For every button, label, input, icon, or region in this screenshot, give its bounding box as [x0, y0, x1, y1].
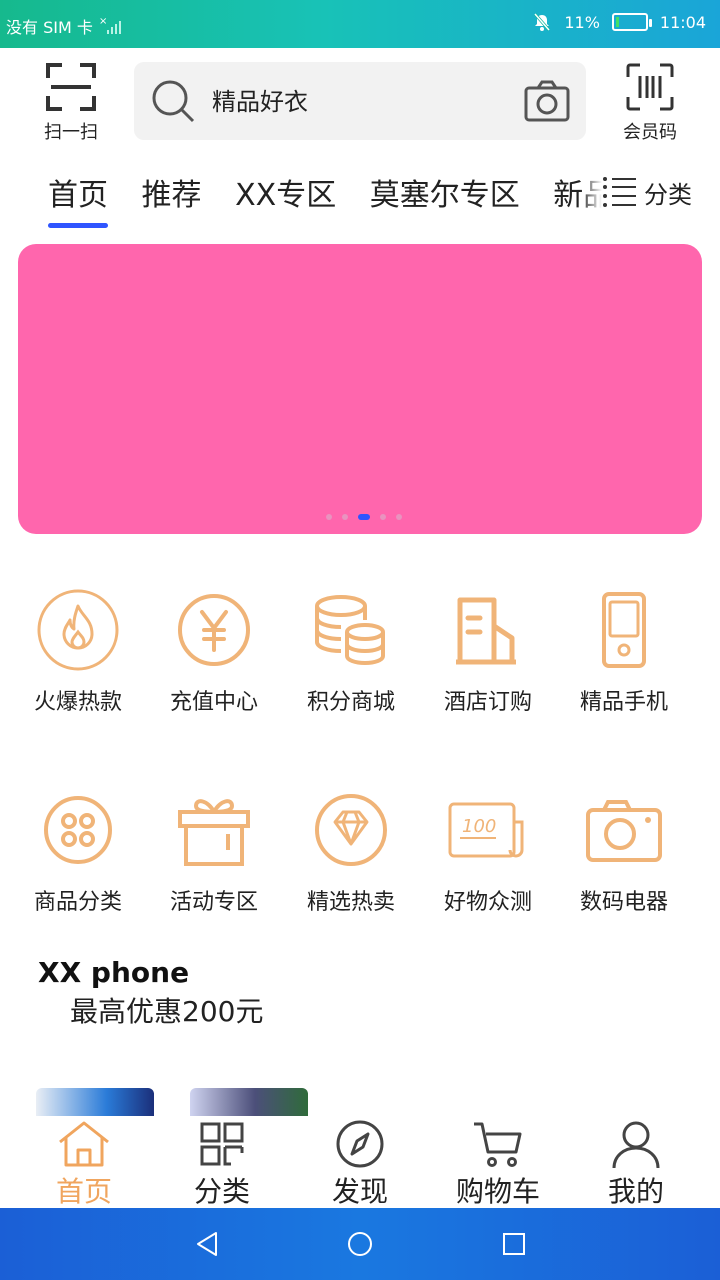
- grid-item-events[interactable]: 活动专区: [144, 788, 284, 916]
- search-input[interactable]: 精品好衣: [212, 82, 308, 117]
- user-icon: [612, 1121, 660, 1168]
- product-thumbnail[interactable]: [36, 1088, 154, 1116]
- system-navigation-bar: [0, 1208, 720, 1280]
- nav-label: 发现: [331, 1175, 388, 1208]
- banner-dot-active: [358, 514, 370, 520]
- tab-home[interactable]: 首页: [48, 170, 108, 228]
- grid-item-hotel[interactable]: 酒店订购: [418, 588, 558, 716]
- barcode-icon: [626, 63, 674, 111]
- nav-discover[interactable]: 发现: [310, 1120, 410, 1210]
- nav-category[interactable]: 分类: [172, 1120, 272, 1210]
- member-code-button[interactable]: 会员码: [612, 62, 688, 144]
- search-icon: [152, 80, 195, 123]
- grid-label: 积分商城: [306, 690, 395, 715]
- compass-icon: [336, 1120, 384, 1168]
- home-icon: [59, 1121, 109, 1167]
- cart-icon: [474, 1122, 522, 1167]
- grid-item-best-sellers[interactable]: 精选热卖: [281, 788, 421, 916]
- scan-icon: [46, 63, 96, 111]
- grid-label: 商品分类: [33, 890, 122, 915]
- banner-dot: [396, 514, 402, 520]
- product-thumbnail[interactable]: [190, 1088, 308, 1116]
- back-icon[interactable]: [194, 1230, 220, 1258]
- svg-text:×: ×: [99, 16, 107, 27]
- grid-label: 好物众测: [443, 890, 532, 915]
- banner-dot: [342, 514, 348, 520]
- grid-item-product-testing[interactable]: 100 好物众测: [418, 788, 558, 916]
- home-circle-icon[interactable]: [346, 1230, 374, 1258]
- grid-item-hot[interactable]: 火爆热款: [8, 588, 148, 716]
- grid-label: 活动专区: [169, 890, 258, 915]
- app-header: 扫一扫 精品好衣 会员码: [0, 48, 720, 158]
- nav-label: 首页: [55, 1175, 112, 1208]
- camera-search-icon[interactable]: [524, 78, 570, 124]
- member-code-label: 会员码: [623, 122, 677, 143]
- grid-label: 酒店订购: [443, 690, 532, 715]
- battery-icon: [611, 13, 652, 31]
- diamond-icon: [315, 794, 387, 866]
- battery-percent: 11%: [564, 12, 600, 32]
- category-icon: [200, 1122, 244, 1166]
- grid-label: 数码电器: [579, 890, 668, 915]
- banner-dot: [326, 514, 332, 520]
- category-tabs: 首页 推荐 XX专区 莫塞尔专区 新品 分类: [0, 158, 720, 228]
- grid-dots-icon: [44, 796, 112, 864]
- grid-item-recharge[interactable]: 充值中心: [144, 588, 284, 716]
- grid-label: 火爆热款: [33, 690, 122, 715]
- bottom-navigation: 首页 分类 发现 购物车 我的: [0, 1116, 720, 1208]
- nav-cart[interactable]: 购物车: [446, 1120, 550, 1210]
- category-button[interactable]: 分类: [602, 170, 720, 214]
- building-icon: [456, 597, 516, 665]
- camera-icon: [586, 800, 662, 862]
- recents-icon[interactable]: [500, 1230, 528, 1258]
- nav-label: 分类: [193, 1175, 250, 1208]
- grid-label: 精选热卖: [306, 890, 395, 915]
- tab-recommend[interactable]: 推荐: [142, 170, 202, 214]
- gift-icon: [178, 799, 250, 866]
- coins-icon: [315, 595, 385, 666]
- phone-icon: [602, 592, 646, 668]
- search-bar[interactable]: 精品好衣: [134, 62, 586, 140]
- ticket-icon: 100: [448, 802, 524, 858]
- signal-icon: ×: [99, 16, 121, 34]
- yen-icon: [178, 594, 250, 666]
- promo-subtitle: 最高优惠200元: [70, 995, 264, 1028]
- grid-item-points-mall[interactable]: 积分商城: [281, 588, 421, 716]
- tab-xx-zone[interactable]: XX专区: [235, 170, 336, 214]
- grid-item-phones[interactable]: 精品手机: [554, 588, 694, 716]
- mute-bell-icon: [534, 13, 551, 31]
- carrier-text: 没有 SIM 卡: [6, 18, 93, 37]
- list-icon: [603, 177, 636, 207]
- nav-mine[interactable]: 我的: [586, 1120, 686, 1210]
- tab-mosel-zone[interactable]: 莫塞尔专区: [370, 170, 520, 214]
- scan-label: 扫一扫: [44, 122, 98, 143]
- category-label: 分类: [644, 180, 692, 209]
- nav-label: 购物车: [455, 1175, 540, 1208]
- clock: 11:04: [659, 12, 706, 32]
- svg-text:100: 100: [462, 816, 496, 837]
- nav-label: 我的: [607, 1175, 664, 1208]
- nav-home[interactable]: 首页: [34, 1120, 134, 1210]
- promo-banner[interactable]: [18, 244, 702, 534]
- grid-item-electronics[interactable]: 数码电器: [554, 788, 694, 916]
- banner-page-indicator: [326, 514, 402, 520]
- status-bar: 没有 SIM 卡 × 11% 11:04: [0, 0, 720, 48]
- banner-dot: [380, 514, 386, 520]
- fire-icon: [37, 589, 119, 671]
- grid-label: 充值中心: [169, 690, 258, 715]
- scan-button[interactable]: 扫一扫: [36, 62, 106, 144]
- grid-label: 精品手机: [579, 690, 668, 715]
- grid-item-categories[interactable]: 商品分类: [8, 788, 148, 916]
- promo-title: XX phone: [38, 956, 190, 989]
